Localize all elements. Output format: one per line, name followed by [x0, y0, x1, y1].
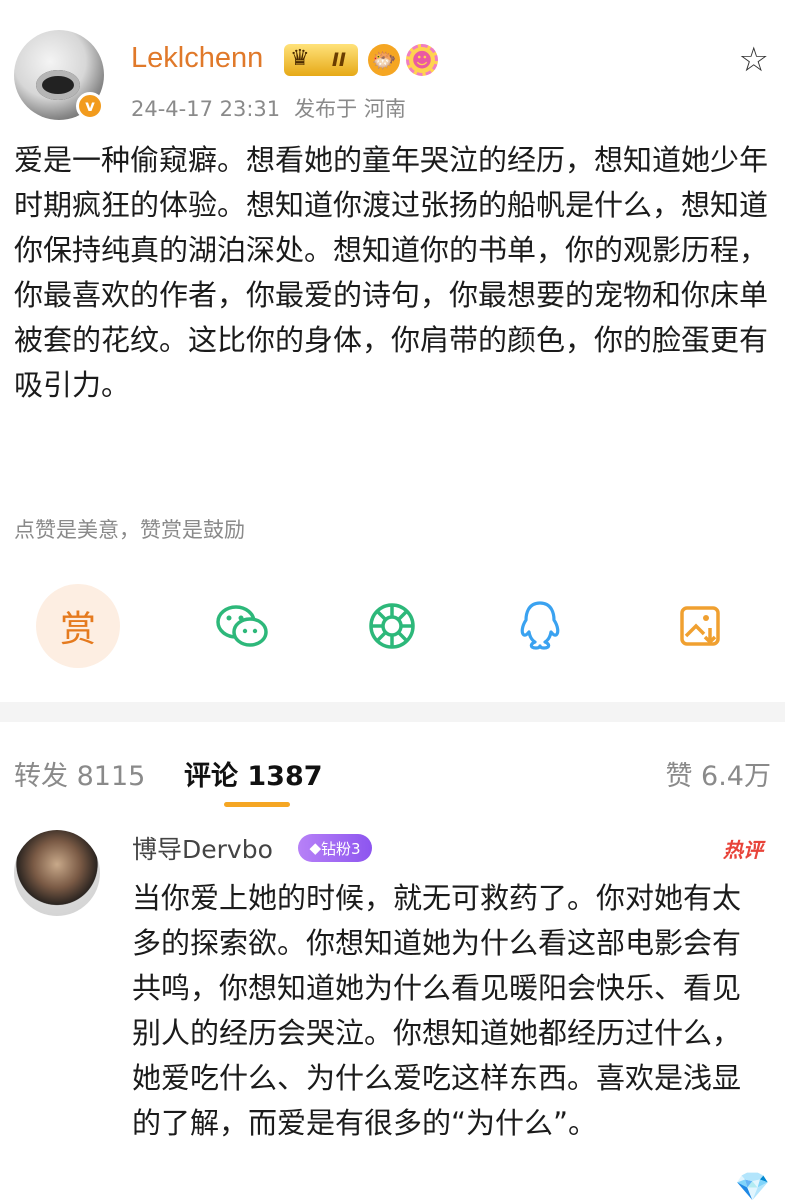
interaction-tabs: 转发 8115 评论 1387 赞 6.4万 [0, 742, 785, 808]
section-divider [0, 702, 785, 722]
author-name[interactable]: Leklchenn [131, 42, 263, 75]
post-date: 24-4-17 23:31 [131, 97, 281, 121]
diamond-fan-badge[interactable]: ◆ 钻粉3 [298, 834, 372, 862]
reward-button[interactable]: 赏 [36, 584, 120, 668]
qq-icon[interactable] [498, 584, 582, 668]
crown-level-badge[interactable]: II [284, 44, 358, 76]
diamond-icon[interactable]: 💎 [735, 1170, 779, 1200]
weibo-post: v Leklchenn II 🐡 ☻ 24-4-17 23:31 发布于 河南 ☆… [0, 0, 785, 700]
wechat-icon[interactable] [200, 584, 284, 668]
star-icon[interactable]: ☆ [739, 40, 769, 80]
post-body: 爱是一种偷窥癖。想看她的童年哭泣的经历，想知道她少年时期疯狂的体验。想知道你渡过… [14, 143, 769, 402]
active-tab-indicator [224, 802, 290, 807]
comment-body: 当你爱上她的时候，就无可救药了。你对她有太多的探索欲。你想知道她为什么看这部电影… [132, 881, 742, 1140]
pufferfish-badge-icon[interactable]: 🐡 [368, 44, 400, 76]
post-location: 发布于 河南 [294, 97, 406, 121]
tab-like[interactable]: 赞 6.4万 [665, 754, 771, 793]
tab-repost[interactable]: 转发 8115 [14, 754, 145, 793]
fan-badge-label: 钻粉3 [321, 839, 361, 858]
share-bar: 赏 [0, 578, 785, 674]
post-meta: 24-4-17 23:31 发布于 河南 [131, 93, 406, 123]
commenter-name[interactable]: 博导Dervbo [132, 830, 273, 866]
hot-comment-tag: 热评 [723, 838, 763, 862]
moments-icon[interactable] [350, 584, 434, 668]
diamond-icon: ◆ [309, 839, 321, 857]
tab-comment[interactable]: 评论 1387 [184, 754, 323, 793]
reward-slogan: 点赞是美意，赞赏是鼓励 [14, 518, 245, 542]
comment-item: 博导Dervbo ◆ 钻粉3 热评 当你爱上她的时候，就无可救药了。你对她有太多的… [0, 822, 785, 1200]
save-image-icon[interactable] [658, 584, 742, 668]
commenter-avatar[interactable] [14, 830, 100, 916]
flower-badge-icon[interactable]: ☻ [406, 44, 438, 76]
verified-badge-icon: v [76, 92, 104, 120]
